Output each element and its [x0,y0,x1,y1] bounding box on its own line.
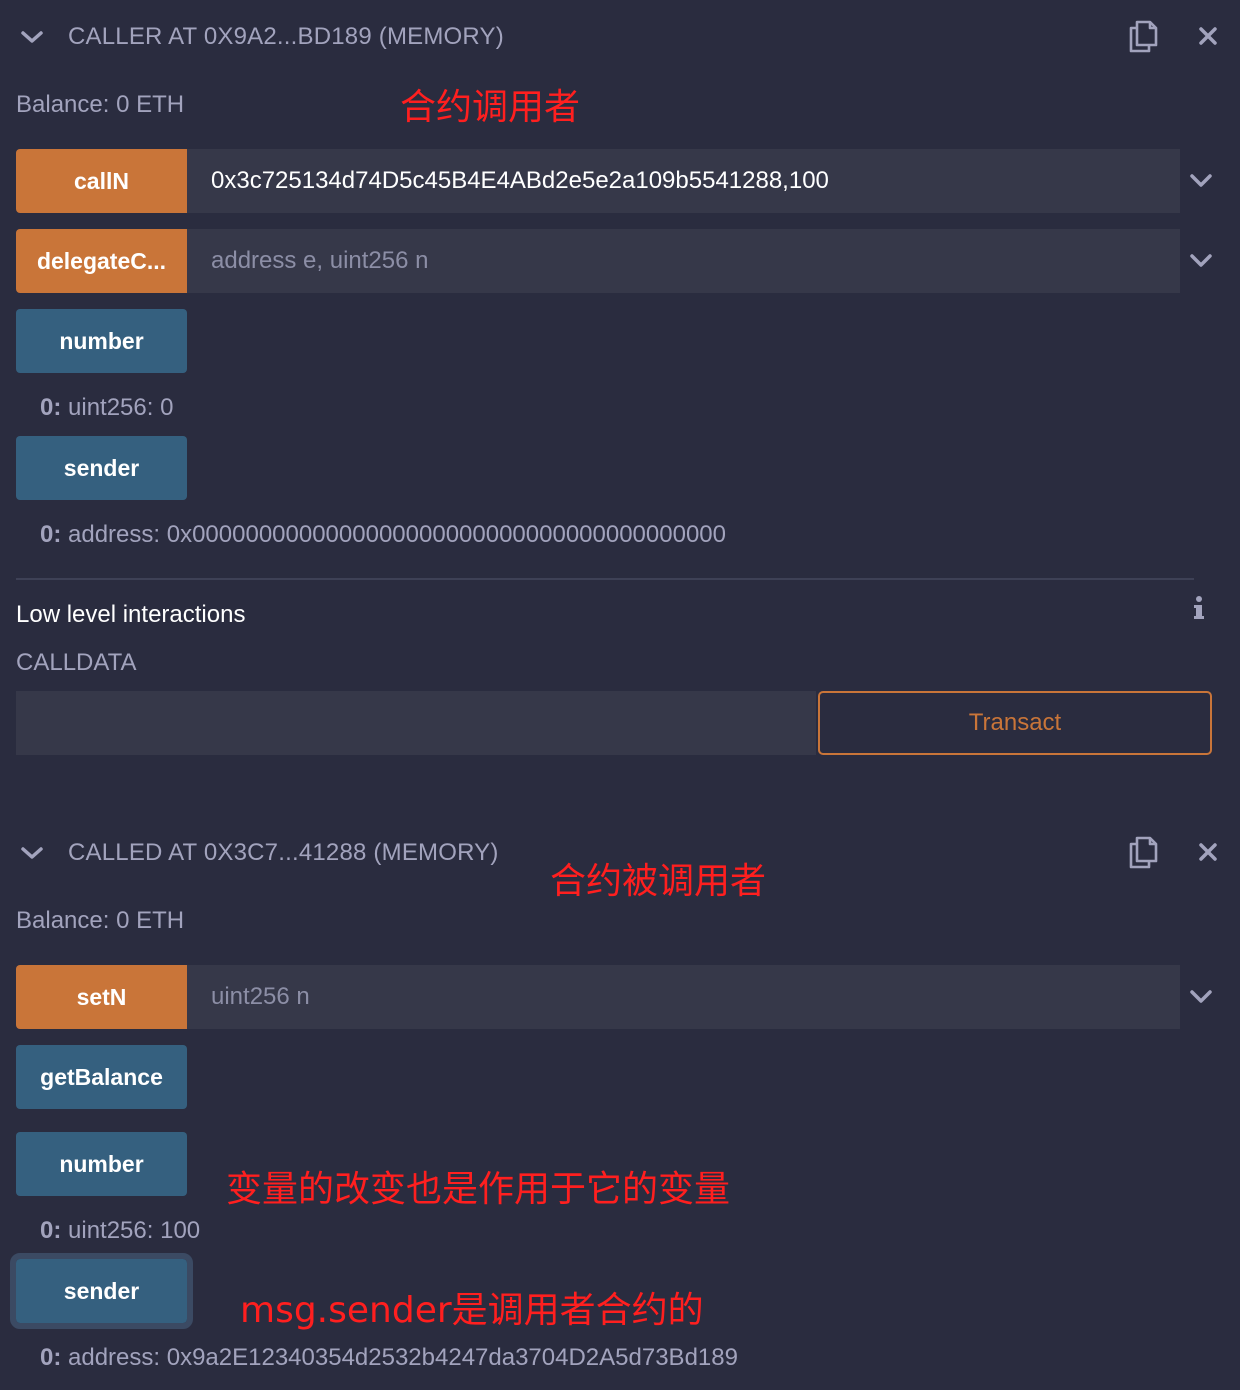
calln-button[interactable]: callN [16,149,187,213]
called-contract-title: CALLED AT 0X3C7...41288 (MEMORY) [68,839,499,866]
called-sender-button[interactable]: sender [10,1253,193,1329]
close-icon[interactable] [1196,24,1220,48]
result-value: address: 0x9a2E12340354d2532b4247da3704D… [68,1344,738,1371]
number-annotation: 变量的改变也是作用于它的变量 [226,1169,731,1210]
setn-input[interactable]: uint256 n [187,965,1180,1029]
caller-contract-header[interactable]: CALLER AT 0X9A2...BD189 (MEMORY) [0,0,1240,70]
close-icon[interactable] [1196,840,1220,864]
copy-icon[interactable] [1126,834,1160,870]
result-index: 0: [40,521,62,548]
getbalance-button[interactable]: getBalance [16,1045,187,1109]
caller-sender-button[interactable]: sender [16,436,187,500]
caller-number-button[interactable]: number [16,309,187,373]
result-value: uint256: 0 [68,394,174,421]
called-number-result: 0: uint256: 100 [40,1217,200,1245]
called-balance: Balance: 0 ETH [16,907,185,934]
caller-balance: Balance: 0 ETH [16,91,185,118]
result-index: 0: [40,394,62,421]
chevron-down-icon[interactable] [18,23,46,51]
info-icon[interactable] [1190,594,1208,622]
chevron-down-icon[interactable] [1188,168,1214,194]
copy-icon[interactable] [1126,18,1160,54]
calldata-label: CALLDATA [16,649,137,676]
transact-button[interactable]: Transact [818,691,1212,755]
result-index: 0: [40,1344,62,1371]
setn-button[interactable]: setN [16,965,187,1029]
caller-annotation: 合约调用者 [400,87,581,128]
setn-input-placeholder: uint256 n [211,983,310,1010]
remix-deployed-contracts-panel: CALLER AT 0X9A2...BD189 (MEMORY) Balance… [0,0,1240,1390]
result-index: 0: [40,1217,62,1244]
calldata-input[interactable] [16,691,816,755]
called-sender-result: 0: address: 0x9a2E12340354d2532b4247da37… [40,1344,738,1372]
delegatecall-input-placeholder: address e, uint256 n [211,247,429,274]
delegatecall-button[interactable]: delegateC... [16,229,187,293]
divider [16,578,1194,580]
chevron-down-icon[interactable] [1188,984,1214,1010]
caller-number-result: 0: uint256: 0 [40,394,173,422]
low-level-heading: Low level interactions [16,601,246,628]
called-annotation: 合约被调用者 [550,861,767,902]
called-number-button[interactable]: number [16,1132,187,1196]
chevron-down-icon[interactable] [1188,248,1214,274]
caller-contract-title: CALLER AT 0X9A2...BD189 (MEMORY) [68,23,504,50]
caller-sender-result: 0: address: 0x00000000000000000000000000… [40,521,726,549]
result-value: uint256: 100 [68,1217,201,1244]
calln-input[interactable]: 0x3c725134d74D5c45B4E4ABd2e5e2a109b55412… [187,149,1180,213]
chevron-down-icon[interactable] [18,839,46,867]
result-value: address: 0x00000000000000000000000000000… [68,521,726,548]
sender-annotation: msg.sender是调用者合约的 [240,1290,704,1331]
calln-input-value: 0x3c725134d74D5c45B4E4ABd2e5e2a109b55412… [211,167,829,194]
delegatecall-input[interactable]: address e, uint256 n [187,229,1180,293]
